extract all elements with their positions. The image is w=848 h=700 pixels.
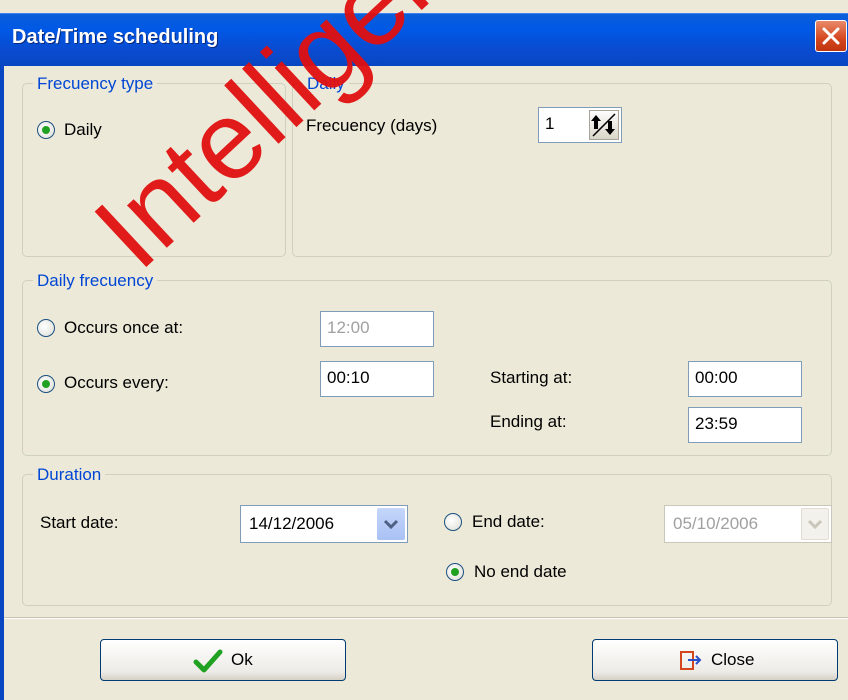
start-date-dropdown-button[interactable] [377, 508, 405, 540]
close-window-button[interactable] [815, 20, 847, 52]
no-end-date-radio[interactable] [446, 563, 464, 581]
frequency-days-value: 1 [545, 114, 555, 133]
occurs-once-label[interactable]: Occurs once at: [64, 318, 183, 338]
occurs-once-radio[interactable] [37, 319, 55, 337]
spin-arrows-icon [591, 113, 616, 137]
spin-button[interactable] [589, 110, 619, 140]
close-button[interactable]: Close [592, 639, 838, 681]
separator [4, 617, 848, 619]
occurs-every-label[interactable]: Occurs every: [64, 373, 169, 393]
occurs-every-interval-field[interactable]: 00:10 [320, 361, 434, 397]
starting-at-field[interactable]: 00:00 [688, 361, 802, 397]
occurs-once-time-field[interactable]: 12:00 [320, 311, 434, 347]
starting-at-label: Starting at: [490, 368, 573, 387]
ending-at-label: Ending at: [490, 412, 567, 431]
window-border [0, 65, 4, 700]
frequency-days-stepper[interactable]: 1 [538, 107, 622, 143]
start-date-value: 14/12/2006 [249, 514, 335, 533]
frequency-type-legend: Frecuency type [33, 74, 158, 94]
exit-door-icon [680, 651, 702, 670]
occurs-every-radio[interactable] [37, 375, 55, 393]
dialog-window: Date/Time scheduling Frecuency type Dail… [0, 0, 848, 700]
title-bar[interactable]: Date/Time scheduling [0, 13, 848, 66]
daily-legend: Daily [303, 74, 349, 94]
duration-legend: Duration [33, 465, 106, 485]
ok-button[interactable]: Ok [100, 639, 346, 681]
frequency-type-group: Frecuency type [22, 74, 286, 257]
frequency-days-label: Frecuency (days) [306, 116, 438, 135]
daily-frequency-legend: Daily frecuency [33, 271, 158, 291]
start-date-picker[interactable]: 14/12/2006 [240, 505, 408, 543]
close-button-label: Close [711, 650, 755, 669]
start-date-label: Start date: [40, 513, 119, 532]
ending-at-field[interactable]: 23:59 [688, 407, 802, 443]
end-date-label[interactable]: End date: [472, 512, 545, 532]
checkmark-icon [193, 649, 223, 673]
ok-button-label: Ok [231, 650, 253, 669]
window-title: Date/Time scheduling [12, 26, 219, 48]
chevron-down-icon [807, 519, 823, 530]
chevron-down-icon [383, 519, 399, 530]
daily-radio-label[interactable]: Daily [64, 120, 102, 140]
end-date-radio[interactable] [444, 513, 462, 531]
close-icon [822, 27, 840, 45]
end-date-value: 05/10/2006 [673, 514, 759, 533]
no-end-date-label[interactable]: No end date [474, 562, 567, 582]
daily-radio[interactable] [37, 121, 55, 139]
end-date-dropdown-button[interactable] [801, 508, 829, 540]
end-date-picker[interactable]: 05/10/2006 [664, 505, 832, 543]
